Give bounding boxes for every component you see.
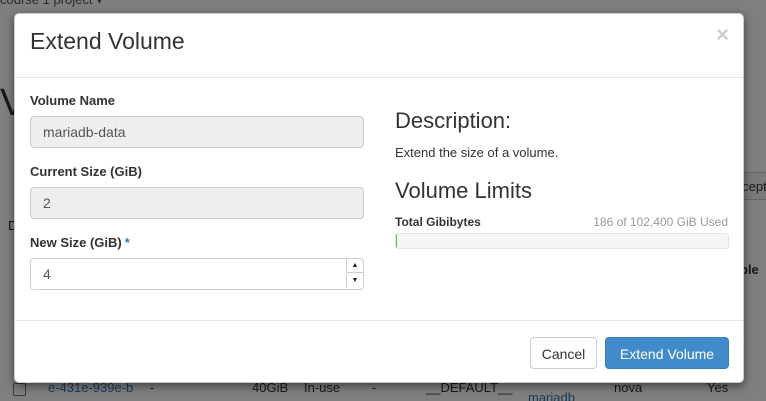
extend-volume-dialog: Extend Volume × Volume Name mariadb-data… <box>14 13 744 383</box>
description-heading: Description: <box>395 108 512 133</box>
extend-volume-button[interactable]: Extend Volume <box>605 337 729 369</box>
modal-footer: Cancel Extend Volume <box>15 320 743 382</box>
quota-progress-bar <box>395 233 729 249</box>
close-icon[interactable]: × <box>716 24 729 46</box>
volume-name-label: Volume Name <box>30 93 116 108</box>
cancel-button[interactable]: Cancel <box>530 337 597 369</box>
quota-used-text: 186 of 102,400 GiB Used <box>593 215 728 229</box>
chevron-down-icon[interactable]: ▼ <box>346 274 363 288</box>
description-text: Extend the size of a volume. <box>395 145 559 160</box>
current-size-label: Current Size (GiB) <box>30 164 142 179</box>
quota-label: Total Gibibytes <box>395 215 481 229</box>
quota-progress-fill <box>396 234 397 248</box>
current-size-field[interactable]: 2 <box>30 187 364 219</box>
modal-header: Extend Volume × <box>15 14 743 78</box>
new-size-input[interactable]: 4 ▲ ▼ <box>30 258 364 290</box>
new-size-label: New Size (GiB) * <box>30 235 130 250</box>
required-marker: * <box>124 235 130 250</box>
new-size-value[interactable]: 4 <box>43 266 51 282</box>
new-size-label-text: New Size (GiB) <box>30 235 122 250</box>
chevron-up-icon[interactable]: ▲ <box>346 259 363 273</box>
number-spinner[interactable]: ▲ ▼ <box>345 259 363 289</box>
modal-title: Extend Volume <box>30 28 185 54</box>
volume-limits-heading: Volume Limits <box>395 178 532 203</box>
volume-name-field[interactable]: mariadb-data <box>30 116 364 148</box>
